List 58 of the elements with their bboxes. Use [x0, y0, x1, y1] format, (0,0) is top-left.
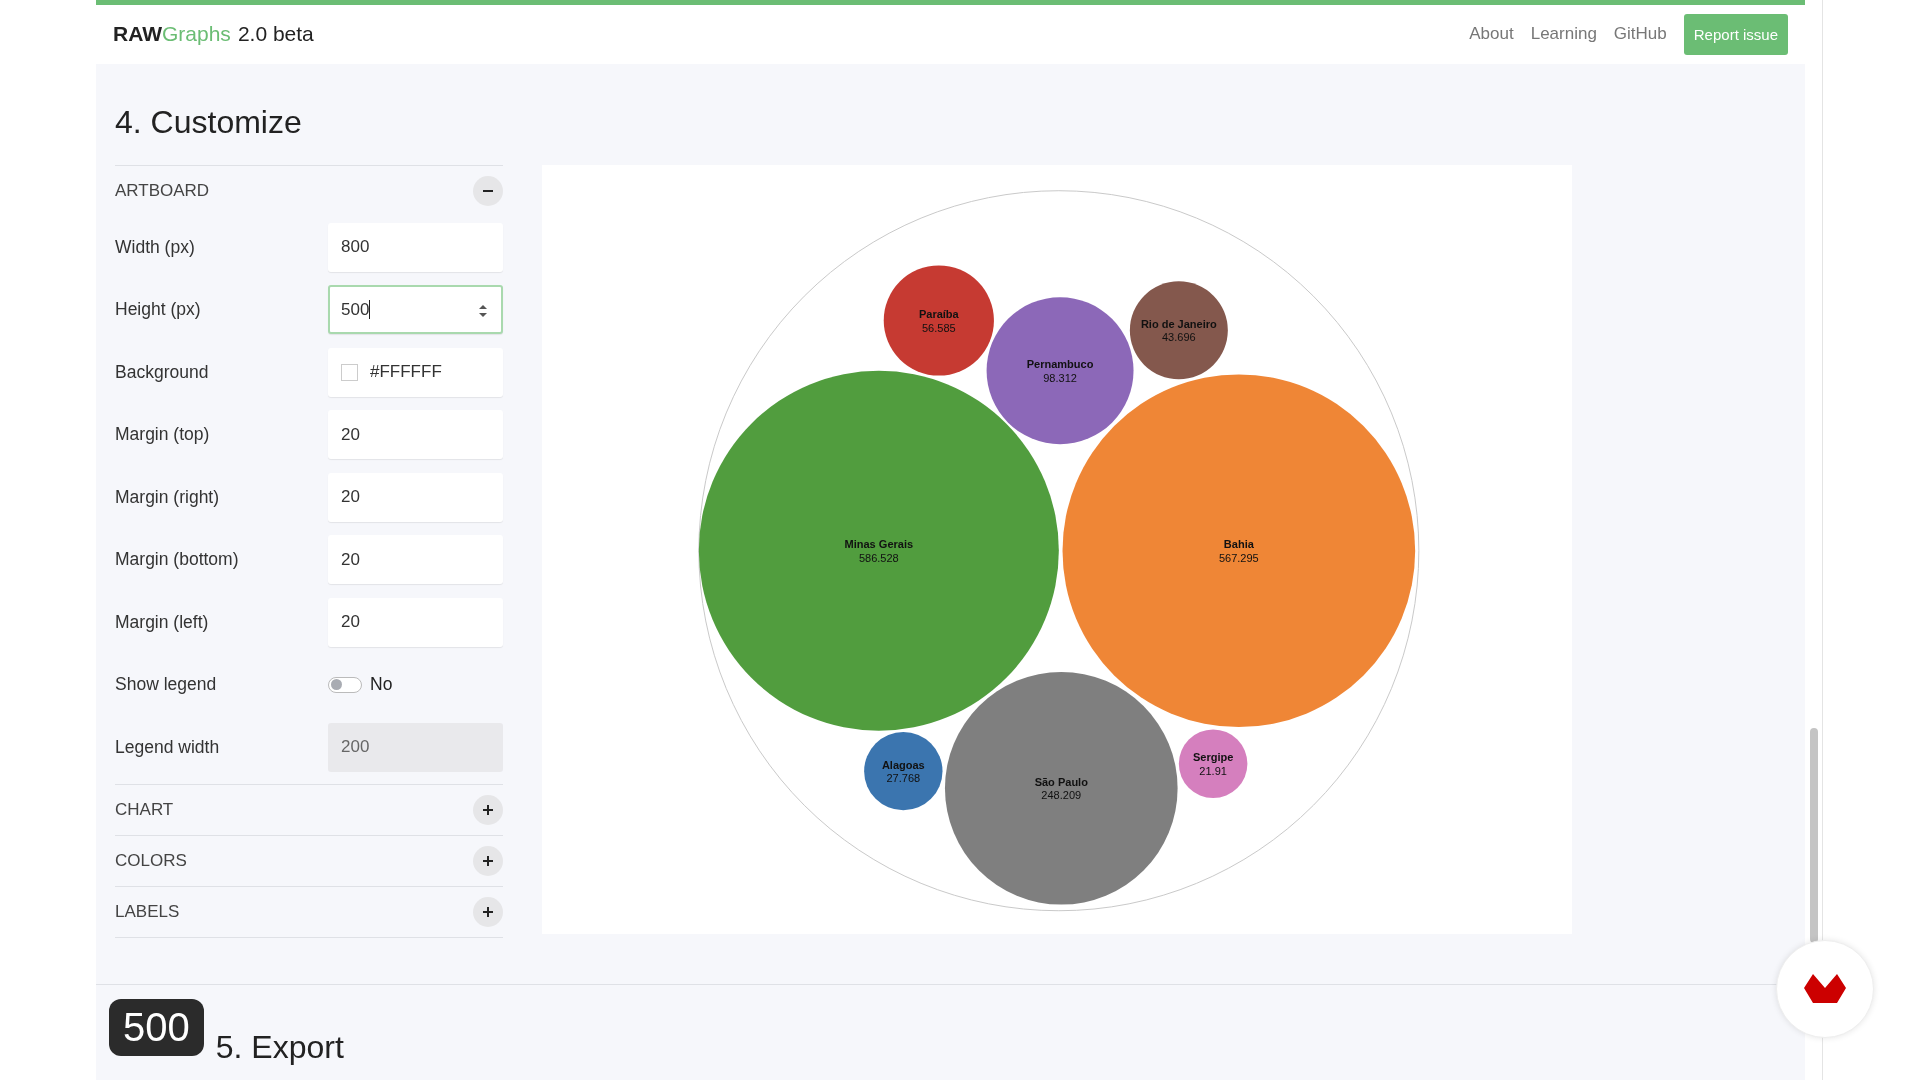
field-label: Height (px) — [115, 299, 201, 321]
nav-link[interactable]: GitHub — [1613, 24, 1667, 45]
bubble-value: 43.696 — [1162, 331, 1196, 344]
color-swatch[interactable] — [341, 363, 358, 381]
plus-icon — [482, 855, 494, 868]
scrollbar-thumb[interactable] — [1810, 728, 1818, 943]
field-label: Margin (right) — [115, 486, 220, 508]
bubble-value: 567.295 — [1218, 551, 1259, 564]
number-input[interactable]: 20 — [328, 597, 503, 647]
version-label: 2.0 beta — [237, 22, 314, 47]
expand-button[interactable] — [473, 897, 503, 928]
number-input[interactable]: 20 — [328, 472, 503, 522]
logo-icon — [1804, 974, 1846, 1004]
bubble-value: 56.585 — [922, 321, 956, 334]
section-title: 4. Customize — [115, 103, 303, 140]
bubble-value: 98.312 — [1043, 371, 1077, 384]
section-heading: LABELS — [115, 902, 180, 923]
bubble-label: Paraíba — [918, 307, 959, 320]
field-label: Show legend — [115, 674, 217, 696]
number-input[interactable]: 20 — [328, 410, 503, 460]
section-heading: ARTBOARD — [115, 180, 210, 201]
collapse-button[interactable] — [473, 175, 503, 206]
field-label: Margin (top) — [115, 424, 210, 446]
number-input[interactable]: 800 — [328, 222, 503, 272]
field-label: Width (px) — [115, 236, 195, 258]
section-heading: COLORS — [115, 851, 187, 872]
bubble-label: Minas Gerais — [844, 538, 914, 551]
expand-button[interactable] — [473, 846, 503, 877]
logo-text: Graphs — [162, 22, 231, 47]
plus-icon — [482, 906, 494, 919]
logo-text: RAW — [113, 22, 162, 47]
bubble-value: 27.768 — [886, 771, 921, 784]
field-label: Legend width — [115, 736, 220, 758]
bubble-label: Pernambuco — [1026, 358, 1094, 371]
toggle-switch[interactable] — [328, 676, 362, 693]
color-input[interactable]: #FFFFFF — [328, 347, 503, 397]
plus-icon — [482, 804, 494, 817]
expand-button[interactable] — [473, 795, 503, 826]
bubble-value: 21.91 — [1199, 764, 1227, 777]
spinner-icon[interactable] — [478, 304, 488, 319]
number-input[interactable]: 20 — [328, 535, 503, 585]
bubble-value: 248.209 — [1041, 789, 1082, 802]
nav-link[interactable]: About — [1469, 24, 1514, 45]
bubble-label: Rio de Janeiro — [1140, 317, 1217, 330]
section-title: 5. Export — [215, 1029, 344, 1066]
field-label: Background — [115, 361, 209, 383]
bubble-label: Bahia — [1223, 538, 1254, 551]
bubble-label: São Paulo — [1034, 775, 1088, 788]
field-label: Margin (bottom) — [115, 549, 239, 571]
bubble-label: Alagoas — [881, 758, 925, 771]
toggle-label: No — [370, 674, 393, 696]
bubble-value: 586.528 — [858, 551, 899, 564]
bubble-label: Sergipe — [1192, 751, 1234, 764]
section-heading: CHART — [115, 800, 174, 821]
nav-link[interactable]: Learning — [1530, 24, 1597, 45]
field-label: Margin (left) — [115, 611, 209, 633]
number-input[interactable]: 500 — [328, 285, 503, 335]
keystroke-overlay: 500 — [109, 999, 204, 1056]
